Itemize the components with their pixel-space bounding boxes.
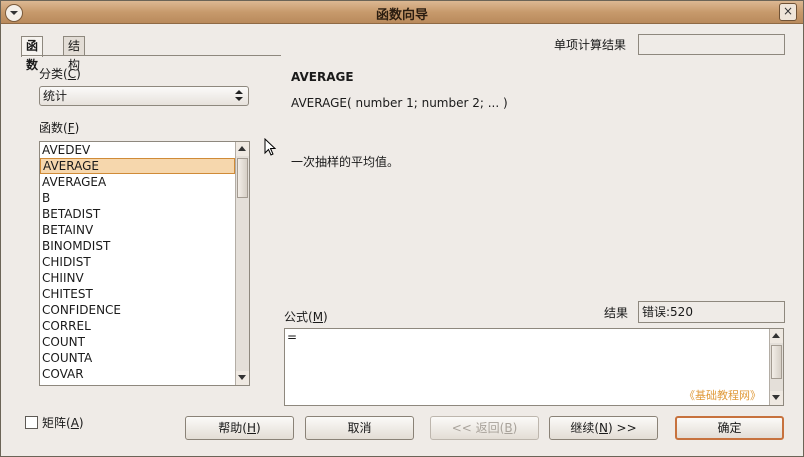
function-list-item[interactable]: COUNTA: [40, 350, 235, 366]
single-result-field: [638, 34, 785, 55]
single-result-label: 单项计算结果: [554, 38, 627, 52]
category-label: 分类(C): [39, 67, 81, 81]
spin-arrows-icon: [235, 90, 243, 102]
scroll-down-icon[interactable]: [770, 391, 783, 405]
result-field: 错误:520: [638, 301, 785, 323]
result-label: 结果: [604, 306, 629, 320]
function-list-item[interactable]: COVAR: [40, 366, 235, 382]
window-title: 函数向导: [375, 8, 428, 23]
function-list-item[interactable]: B: [40, 190, 235, 206]
formula-label: 公式(M): [284, 310, 328, 324]
title-bar[interactable]: 函数向导 ×: [1, 1, 803, 24]
ok-button[interactable]: 确定: [675, 416, 784, 440]
cancel-button[interactable]: 取消: [305, 416, 414, 440]
functions-label: 函数(F): [39, 121, 80, 135]
function-list-item[interactable]: CHITEST: [40, 286, 235, 302]
function-list-item[interactable]: CRITBINOM: [40, 382, 235, 385]
function-list-item[interactable]: AVERAGEA: [40, 174, 235, 190]
function-list-item[interactable]: BETADIST: [40, 206, 235, 222]
function-list[interactable]: AVEDEV AVERAGE AVERAGEA B BETADIST BETAINV BIN…: [39, 141, 250, 386]
formula-text: =: [287, 330, 298, 344]
scroll-up-icon[interactable]: [236, 142, 249, 156]
tab-structure[interactable]: 结构: [63, 36, 86, 72]
function-list-item[interactable]: COUNT: [40, 334, 235, 350]
function-syntax: AVERAGE( number 1; number 2; ... ): [291, 96, 508, 110]
next-button[interactable]: 继续(N) >>: [549, 416, 658, 440]
scroll-down-icon[interactable]: [236, 371, 249, 385]
formula-input[interactable]: = 《基础教程网》: [284, 328, 784, 406]
function-name: AVERAGE: [291, 70, 354, 84]
category-select-value: 统计: [43, 89, 68, 103]
watermark: 《基础教程网》: [684, 389, 761, 402]
matrix-label[interactable]: 矩阵(A): [42, 414, 84, 431]
function-list-item[interactable]: CHIDIST: [40, 254, 235, 270]
matrix-checkbox[interactable]: [25, 416, 38, 429]
help-button[interactable]: 帮助(H): [185, 416, 294, 440]
function-list-item[interactable]: BETAINV: [40, 222, 235, 238]
close-button[interactable]: ×: [779, 3, 797, 21]
function-list-item[interactable]: AVERAGE: [40, 158, 235, 174]
scroll-thumb[interactable]: [237, 158, 248, 198]
function-list-item[interactable]: BINOMDIST: [40, 238, 235, 254]
tab-functions[interactable]: 函数: [21, 36, 44, 72]
function-list-items: AVEDEV AVERAGE AVERAGEA B BETADIST BETAINV BIN…: [40, 142, 235, 385]
category-select[interactable]: 统计: [39, 86, 249, 106]
function-list-item[interactable]: AVEDEV: [40, 142, 235, 158]
function-description: 一次抽样的平均值。: [291, 155, 400, 169]
mouse-pointer-icon: [264, 138, 277, 156]
formula-scrollbar[interactable]: [769, 329, 783, 405]
tab-divider: [21, 55, 281, 56]
scroll-thumb[interactable]: [771, 345, 782, 379]
function-list-item[interactable]: CHIINV: [40, 270, 235, 286]
function-wizard-window: 函数向导 × 函数 结构 分类(C) 统计 函数(F) AVEDEV AVERAG…: [0, 0, 804, 457]
function-list-item[interactable]: CORREL: [40, 318, 235, 334]
back-button[interactable]: << 返回(B): [430, 416, 539, 440]
function-list-item[interactable]: CONFIDENCE: [40, 302, 235, 318]
scroll-up-icon[interactable]: [770, 329, 783, 343]
function-list-scrollbar[interactable]: [235, 142, 249, 385]
